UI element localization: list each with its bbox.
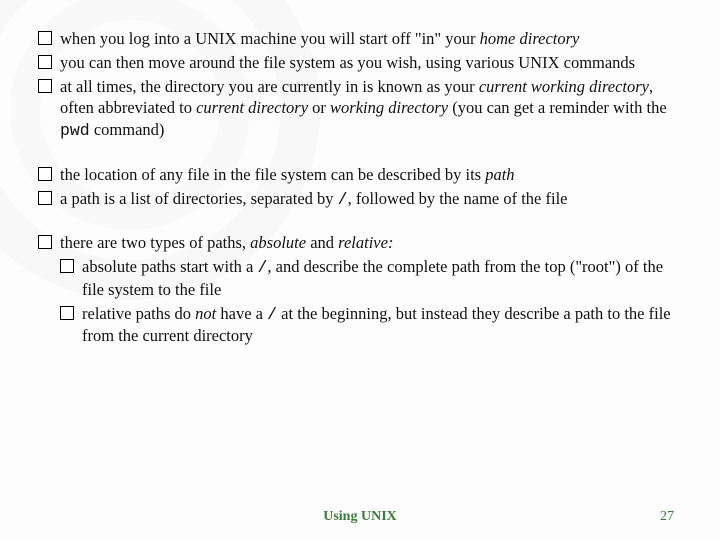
bullet-block: when you log into a UNIX machine you wil… [38, 28, 682, 142]
footer-title: Using UNIX [323, 508, 397, 526]
bullet-item: there are two types of paths, absolute a… [38, 232, 682, 254]
slide-body: when you log into a UNIX machine you wil… [0, 0, 720, 347]
slide-footer: Using UNIX 27 [0, 508, 720, 526]
bullet-block: there are two types of paths, absolute a… [38, 232, 682, 347]
bullet-block: the location of any file in the file sys… [38, 164, 682, 211]
bullet-item: when you log into a UNIX machine you wil… [38, 28, 682, 50]
bullet-item: you can then move around the file system… [38, 52, 682, 74]
page-number: 27 [660, 508, 674, 526]
bullet-item: the location of any file in the file sys… [38, 164, 682, 186]
sub-bullet-item: absolute paths start with a /, and descr… [60, 256, 682, 301]
sub-bullet-item: relative paths do not have a / at the be… [60, 303, 682, 348]
bullet-item: at all times, the directory you are curr… [38, 76, 682, 142]
bullet-item: a path is a list of directories, separat… [38, 188, 682, 211]
